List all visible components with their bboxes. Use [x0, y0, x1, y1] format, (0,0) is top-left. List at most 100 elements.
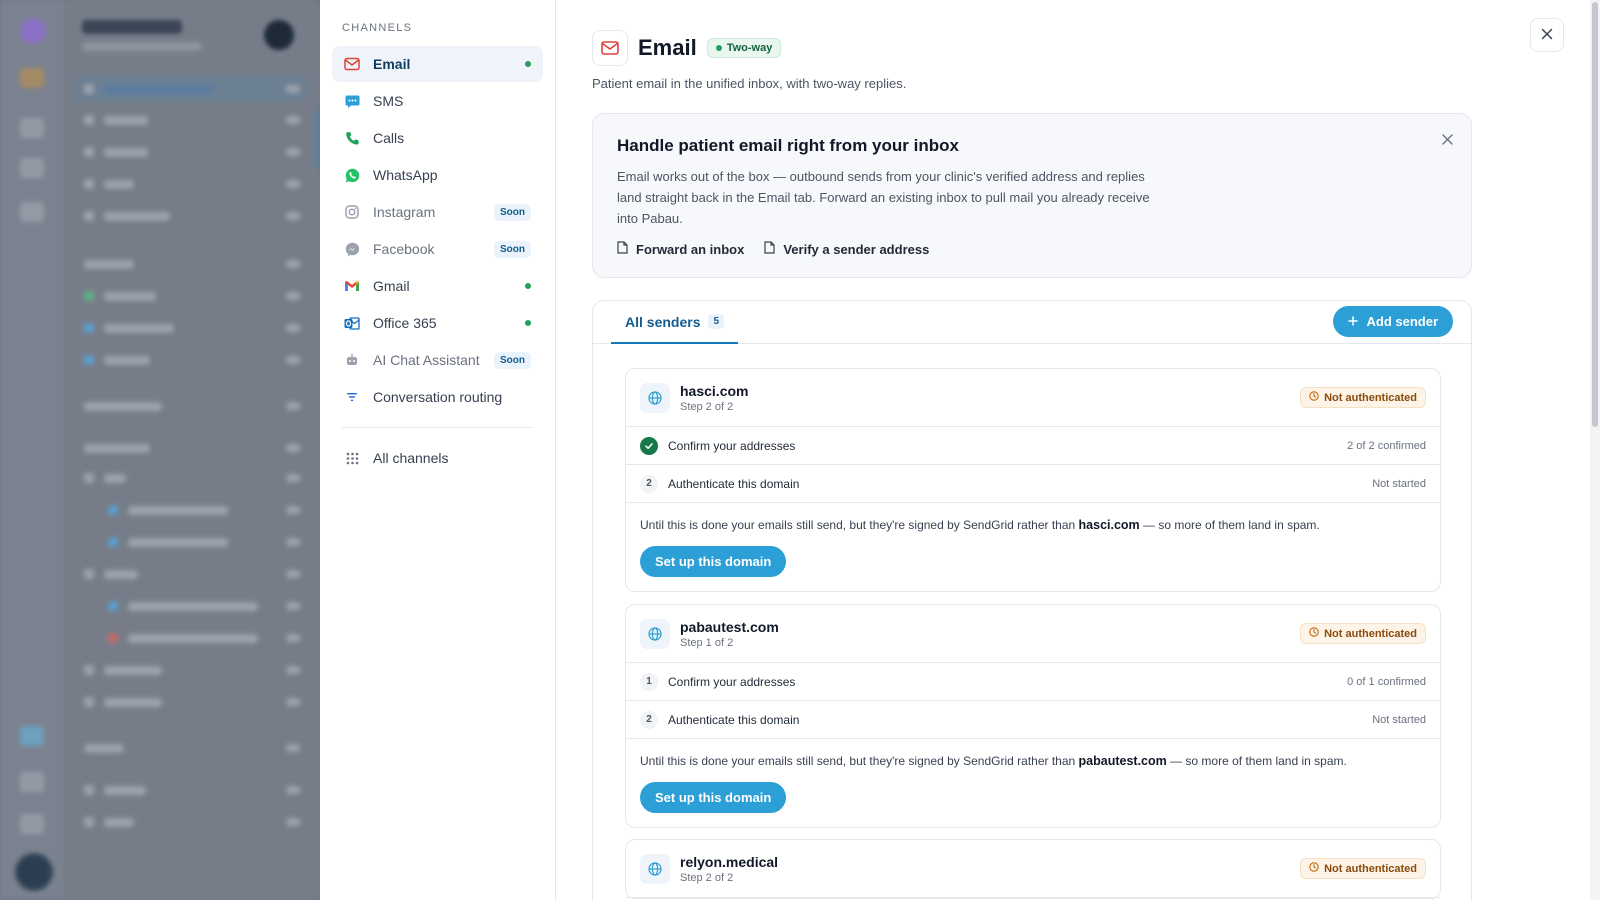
- channel-item-calls[interactable]: Calls: [332, 120, 543, 156]
- phone-icon: [344, 130, 360, 146]
- sender-card-hasci: hasci.com Step 2 of 2 Not authenticated …: [625, 368, 1441, 592]
- document-icon: [764, 241, 775, 257]
- verify-sender-link[interactable]: Verify a sender address: [764, 241, 929, 257]
- instagram-icon: [344, 204, 360, 220]
- app-logo: [20, 18, 46, 44]
- channel-item-label: Conversation routing: [373, 389, 503, 405]
- step-number: 2: [640, 710, 658, 729]
- sender-step-progress: Step 1 of 2: [680, 636, 734, 649]
- tab-all-senders[interactable]: All senders 5: [611, 301, 739, 344]
- soon-badge: Soon: [494, 351, 531, 369]
- email-channel-panel: Email Two-way Patient email in the unifi…: [556, 0, 1600, 900]
- step-confirm-addresses[interactable]: Confirm your addresses 2 of 2 confirmed: [626, 427, 1440, 465]
- robot-icon: [344, 352, 360, 368]
- status-dot: [715, 45, 722, 51]
- channel-item-sms[interactable]: SMS: [332, 83, 543, 119]
- filter-lines-icon: [344, 389, 360, 405]
- tab-label: All senders: [625, 313, 701, 330]
- sender-card-header: relyon.medical Step 2 of 2 Not authentic…: [626, 840, 1440, 898]
- sender-card-pabautest: pabautest.com Step 1 of 2 Not authentica…: [625, 604, 1441, 828]
- channel-item-label: SMS: [373, 93, 404, 109]
- status-badge-label: Not authenticated: [1324, 391, 1417, 404]
- mail-icon: [592, 30, 628, 66]
- channel-item-label: Email: [373, 56, 411, 72]
- channel-item-label: Office 365: [373, 315, 437, 331]
- sender-step-progress: Step 2 of 2: [680, 400, 734, 413]
- scrollbar[interactable]: [1590, 0, 1600, 900]
- channel-item-label: Calls: [373, 130, 405, 146]
- intro-body: Email works out of the box — outbound se…: [617, 169, 1150, 226]
- status-badge: Not authenticated: [1300, 623, 1426, 644]
- step-label: Authenticate this domain: [668, 476, 800, 491]
- step-label: Authenticate this domain: [668, 712, 800, 727]
- set-up-domain-button[interactable]: Set up this domain: [640, 546, 787, 577]
- add-sender-button[interactable]: Add sender: [1333, 306, 1453, 337]
- connected-dot: [525, 283, 531, 289]
- connected-dot: [525, 61, 531, 67]
- channel-item-gmail[interactable]: Gmail: [332, 268, 543, 304]
- step-confirm-addresses[interactable]: 1 Confirm your addresses 0 of 1 confirme…: [626, 663, 1440, 701]
- channel-item-instagram[interactable]: Instagram Soon: [332, 194, 543, 230]
- scrollbar-thumb[interactable]: [1592, 2, 1598, 427]
- spam-warning-note: Until this is done your emails still sen…: [640, 518, 1320, 532]
- close-panel-button[interactable]: [1530, 18, 1564, 52]
- step-status: Not started: [1372, 477, 1426, 490]
- step-status: 2 of 2 confirmed: [1347, 439, 1426, 452]
- channel-item-email[interactable]: Email: [332, 46, 543, 82]
- panel-header: Email Two-way: [592, 30, 782, 66]
- step-label: Confirm your addresses: [668, 674, 796, 689]
- close-icon: [1541, 28, 1553, 43]
- channels-divider: [342, 427, 533, 428]
- channels-sidebar: CHANNELS Email SMS Calls WhatsApp Instag…: [320, 0, 556, 900]
- dismiss-intro-button[interactable]: [1442, 132, 1453, 150]
- channel-item-label: Facebook: [373, 241, 435, 257]
- intro-title: Handle patient email right from your inb…: [617, 136, 959, 155]
- grid-icon: [344, 450, 360, 466]
- step-status: Not started: [1372, 713, 1426, 726]
- set-up-domain-button[interactable]: Set up this domain: [640, 782, 787, 813]
- step-number: 1: [640, 672, 658, 691]
- sender-card-header: pabautest.com Step 1 of 2 Not authentica…: [626, 605, 1440, 663]
- channel-item-ai-chat-assistant[interactable]: AI Chat Assistant Soon: [332, 342, 543, 378]
- sender-domain: pabautest.com: [680, 618, 779, 635]
- check-circle-icon: [640, 436, 658, 455]
- senders-panel: All senders 5 Add sender hasci.com Step …: [592, 300, 1472, 900]
- connected-dot: [525, 320, 531, 326]
- sender-card-relyon: relyon.medical Step 2 of 2 Not authentic…: [625, 839, 1441, 899]
- forward-inbox-label: Forward an inbox: [636, 241, 745, 257]
- soon-badge: Soon: [494, 240, 531, 258]
- sender-card-header: hasci.com Step 2 of 2 Not authenticated: [626, 369, 1440, 427]
- forward-inbox-link[interactable]: Forward an inbox: [617, 241, 744, 257]
- note-domain: hasci.com: [1078, 518, 1140, 532]
- intro-callout: Handle patient email right from your inb…: [592, 113, 1472, 278]
- channel-item-label: AI Chat Assistant: [373, 352, 480, 368]
- clock-icon: [1309, 627, 1319, 640]
- step-label: Confirm your addresses: [668, 438, 796, 453]
- globe-icon: [640, 618, 670, 649]
- channel-item-facebook[interactable]: Facebook Soon: [332, 231, 543, 267]
- step-authenticate-domain[interactable]: 2 Authenticate this domain Not started: [626, 701, 1440, 739]
- channel-item-conversation-routing[interactable]: Conversation routing: [332, 379, 543, 415]
- spam-warning-note: Until this is done your emails still sen…: [640, 754, 1347, 768]
- globe-icon: [640, 853, 670, 884]
- globe-icon: [640, 382, 670, 413]
- soon-badge: Soon: [494, 203, 531, 221]
- step-number: 2: [640, 474, 658, 493]
- page-title: Email: [638, 35, 697, 60]
- channel-item-whatsapp[interactable]: WhatsApp: [332, 157, 543, 193]
- verify-sender-label: Verify a sender address: [783, 241, 930, 257]
- intro-links: Forward an inbox Verify a sender address: [617, 241, 1447, 257]
- sender-domain: relyon.medical: [680, 853, 779, 870]
- sender-card-footer: Until this is done your emails still sen…: [626, 739, 1440, 827]
- channel-item-all-channels[interactable]: All channels: [332, 440, 543, 476]
- status-badge-label: Not authenticated: [1324, 627, 1417, 640]
- channels-section-label: CHANNELS: [342, 22, 413, 34]
- channel-item-label: All channels: [373, 450, 449, 466]
- background-rail: [0, 0, 64, 900]
- gmail-icon: [344, 278, 360, 294]
- status-badge: Not authenticated: [1300, 858, 1426, 879]
- two-way-badge-label: Two-way: [726, 42, 773, 54]
- outlook-icon: [344, 315, 360, 331]
- channel-item-office-365[interactable]: Office 365: [332, 305, 543, 341]
- step-authenticate-domain[interactable]: 2 Authenticate this domain Not started: [626, 465, 1440, 503]
